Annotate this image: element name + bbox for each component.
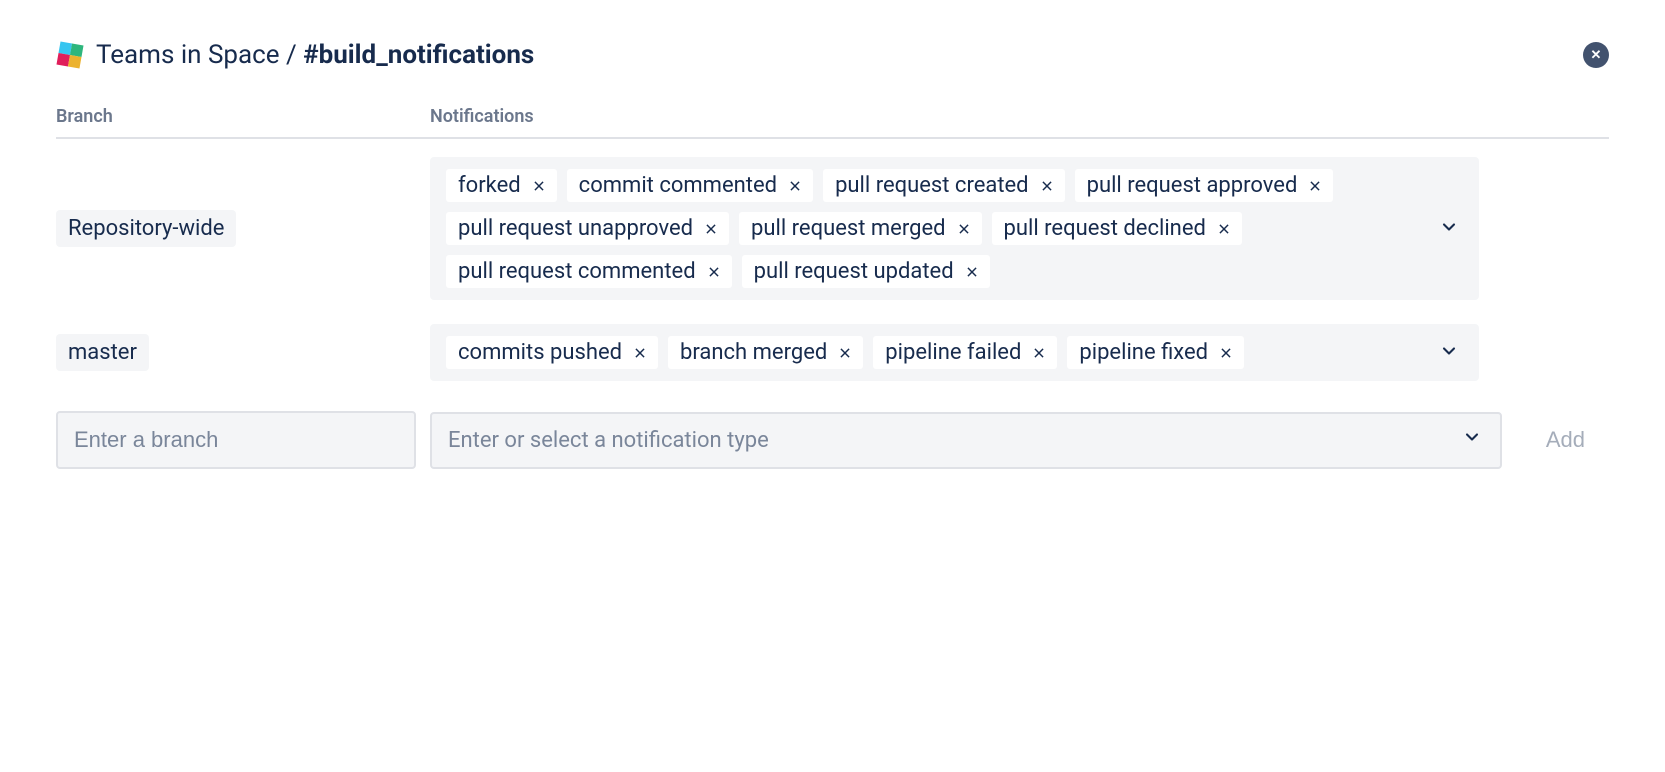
notification-chip: pull request unapproved (446, 212, 729, 245)
close-icon: ✕ (1591, 48, 1602, 63)
dialog-title: Teams in Space / #build_notifications (96, 40, 534, 70)
remove-chip-icon[interactable] (1214, 219, 1234, 239)
chip-label: commits pushed (458, 340, 622, 365)
table-header: Branch Notifications (56, 106, 1609, 139)
notification-chip: pull request merged (739, 212, 982, 245)
branch-cell: Repository-wide (56, 157, 430, 300)
notification-select-placeholder: Enter or select a notification type (448, 428, 769, 453)
chip-label: pipeline fixed (1079, 340, 1208, 365)
notification-chip: pull request declined (992, 212, 1242, 245)
remove-chip-icon[interactable] (954, 219, 974, 239)
chevron-down-icon[interactable] (1462, 427, 1482, 453)
chip-label: pull request updated (754, 259, 954, 284)
chip-label: pull request unapproved (458, 216, 693, 241)
remove-chip-icon[interactable] (630, 343, 650, 363)
add-row: Enter or select a notification type Add (56, 387, 1609, 469)
chip-label: forked (458, 173, 521, 198)
title-separator: / (280, 40, 304, 70)
remove-chip-icon[interactable] (704, 262, 724, 282)
remove-chip-icon[interactable] (1216, 343, 1236, 363)
notifications-multiselect[interactable]: commits pushed branch merged pipeline fa… (430, 324, 1479, 381)
remove-chip-icon[interactable] (529, 176, 549, 196)
remove-chip-icon[interactable] (962, 262, 982, 282)
notification-chip: pull request updated (742, 255, 990, 288)
notification-chip: pull request approved (1075, 169, 1334, 202)
table-row: Repository-wide forked commit commented … (56, 139, 1609, 306)
channel-name: #build_notifications (303, 40, 534, 70)
notification-chip: branch merged (668, 336, 863, 369)
notification-chip: forked (446, 169, 557, 202)
column-header-notifications: Notifications (430, 106, 1499, 127)
notifications-cell: commits pushed branch merged pipeline fa… (430, 324, 1479, 381)
chevron-down-icon[interactable] (1439, 341, 1459, 365)
branch-tag: Repository-wide (56, 210, 236, 247)
slack-icon (56, 41, 84, 69)
header-left: Teams in Space / #build_notifications (56, 40, 534, 70)
chip-label: pipeline failed (885, 340, 1021, 365)
notification-chip: pull request created (823, 169, 1065, 202)
remove-chip-icon[interactable] (1305, 176, 1325, 196)
notification-type-select[interactable]: Enter or select a notification type (430, 412, 1502, 469)
chip-label: pull request created (835, 173, 1029, 198)
notification-chip: pipeline fixed (1067, 336, 1244, 369)
chip-label: commit commented (579, 173, 777, 198)
notifications-cell: forked commit commented pull request cre… (430, 157, 1479, 300)
notification-select-wrap: Enter or select a notification type (430, 412, 1502, 469)
notification-chip: commits pushed (446, 336, 658, 369)
branch-tag: master (56, 334, 149, 371)
add-button[interactable]: Add (1522, 413, 1609, 467)
team-name: Teams in Space (96, 40, 280, 70)
branch-input-wrap (56, 411, 416, 469)
notification-chip: pipeline failed (873, 336, 1057, 369)
notification-chip: commit commented (567, 169, 813, 202)
remove-chip-icon[interactable] (785, 176, 805, 196)
column-header-branch: Branch (56, 106, 430, 127)
notification-chip: pull request commented (446, 255, 732, 288)
chevron-down-icon[interactable] (1439, 217, 1459, 241)
branch-cell: master (56, 324, 430, 381)
chip-label: pull request declined (1004, 216, 1206, 241)
chip-label: pull request approved (1087, 173, 1298, 198)
branch-input[interactable] (56, 411, 416, 469)
chip-label: pull request commented (458, 259, 696, 284)
notifications-multiselect[interactable]: forked commit commented pull request cre… (430, 157, 1479, 300)
chip-label: pull request merged (751, 216, 946, 241)
close-button[interactable]: ✕ (1583, 42, 1609, 68)
remove-chip-icon[interactable] (835, 343, 855, 363)
remove-chip-icon[interactable] (1037, 176, 1057, 196)
table-row: master commits pushed branch merged pipe… (56, 306, 1609, 387)
remove-chip-icon[interactable] (701, 219, 721, 239)
chip-label: branch merged (680, 340, 827, 365)
dialog-header: Teams in Space / #build_notifications ✕ (56, 40, 1609, 70)
remove-chip-icon[interactable] (1029, 343, 1049, 363)
